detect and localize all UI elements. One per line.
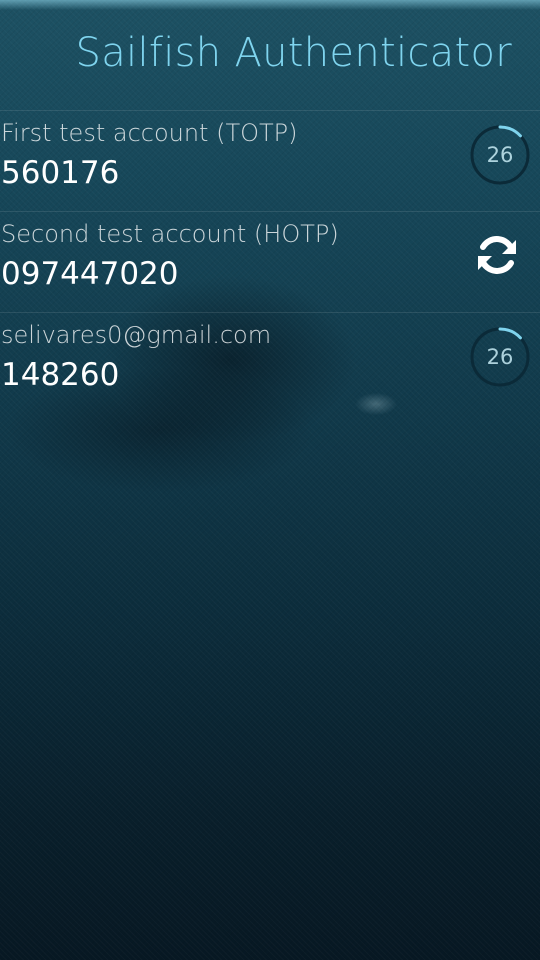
account-code: 148260 [1, 357, 120, 393]
list-item[interactable]: Second test account (HOTP) 097447020 [0, 211, 540, 312]
account-code: 097447020 [1, 256, 179, 292]
account-code: 560176 [1, 155, 120, 191]
page-title: Sailfish Authenticator [75, 30, 512, 76]
countdown-timer: 26 [470, 125, 530, 185]
countdown-seconds: 26 [486, 345, 514, 369]
top-glow [0, 0, 540, 10]
account-name: selivares0@gmail.com [1, 321, 272, 349]
refresh-icon[interactable] [474, 232, 520, 278]
countdown-seconds: 26 [486, 143, 514, 167]
list-item[interactable]: First test account (TOTP) 560176 26 [0, 110, 540, 211]
account-name: First test account (TOTP) [1, 119, 298, 147]
countdown-timer: 26 [470, 327, 530, 387]
list-item[interactable]: selivares0@gmail.com 148260 26 [0, 312, 540, 413]
account-list: First test account (TOTP) 560176 26 Seco… [0, 110, 540, 413]
account-name: Second test account (HOTP) [1, 220, 339, 248]
